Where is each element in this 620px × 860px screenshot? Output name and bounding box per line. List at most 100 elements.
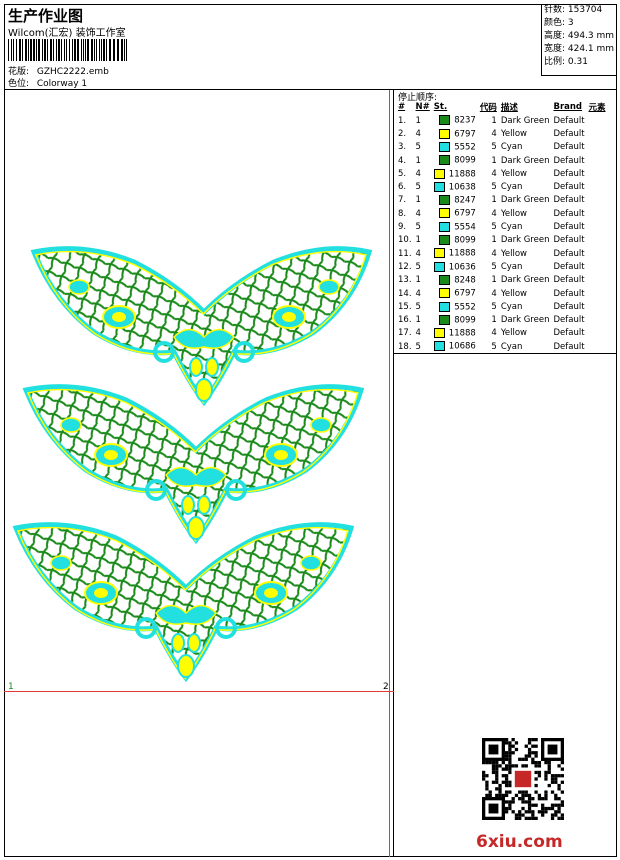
qr-module — [485, 780, 489, 784]
barcode-bar — [58, 39, 60, 61]
stop-number: 5. — [398, 168, 407, 179]
table-row: 9. 5 5554 5 Cyan Default — [396, 220, 608, 233]
stitch-cell: 8099 — [432, 154, 478, 167]
stitch-count-cell: 10638 — [448, 182, 476, 193]
color-swatch — [439, 301, 451, 312]
qr-module — [518, 810, 522, 814]
barcode-bar — [117, 39, 119, 61]
color-count: 颜色: 3 — [544, 18, 574, 28]
element-cell — [587, 180, 608, 193]
barcode-bar — [36, 39, 37, 61]
stop-number: 14. — [398, 288, 412, 299]
qr-module — [501, 780, 505, 784]
qr-module — [521, 790, 525, 794]
qr-module — [518, 790, 522, 794]
needle-number: 5 — [415, 301, 421, 312]
qr-module — [534, 751, 538, 755]
qr-module — [537, 810, 542, 814]
qr-module — [557, 810, 561, 814]
qr-module — [544, 760, 548, 765]
collar-motif-2 — [26, 387, 361, 541]
design-height: 高度: 494.3 mm — [544, 31, 615, 41]
brand: Default — [553, 182, 585, 193]
qr-module — [560, 760, 564, 765]
qr-module — [518, 813, 522, 817]
table-row: 13. 1 8248 1 Dark Green Default — [396, 274, 608, 287]
table-row: 6. 5 10638 5 Cyan Default — [396, 180, 608, 193]
qr-module — [527, 738, 532, 742]
qr-module — [560, 790, 564, 794]
stitch-count-cell: 8099 — [454, 315, 476, 326]
qr-module — [504, 757, 509, 761]
qr-module — [554, 803, 558, 807]
qr-module — [491, 764, 496, 768]
needle-number: 4 — [415, 288, 421, 299]
company-name: Wilcom(汇宏) 装饰工作室 — [8, 28, 126, 39]
qr-module — [514, 793, 519, 798]
qr-module — [547, 806, 551, 811]
color-swatch — [433, 261, 445, 272]
color-swatch — [433, 341, 445, 352]
color-swatch — [439, 221, 451, 232]
barcode-bar — [91, 39, 93, 61]
qr-module — [560, 774, 564, 778]
element-cell — [587, 207, 608, 220]
qr-module — [550, 780, 555, 784]
stitch-count-cell: 8099 — [454, 235, 476, 246]
collar-motif-1 — [34, 249, 369, 403]
barcode-bar — [50, 39, 52, 61]
qr-module — [511, 810, 515, 814]
qr-module — [524, 764, 528, 768]
qr-module — [541, 803, 545, 807]
qr-module — [495, 787, 499, 791]
qr-module — [508, 783, 512, 788]
stop-number: 10. — [398, 235, 412, 246]
color-desc: Dark Green — [500, 315, 550, 326]
qr-module — [482, 777, 486, 781]
brand: Default — [553, 288, 585, 299]
barcode-bar — [28, 39, 29, 61]
brand: Default — [553, 142, 585, 153]
color-code: 1 — [491, 155, 497, 166]
stitch-count-cell: 5552 — [454, 302, 476, 313]
qr-module — [504, 806, 509, 811]
brand: Default — [553, 315, 585, 326]
qr-module — [485, 793, 489, 798]
qr-module — [544, 797, 548, 801]
qr-module — [495, 774, 499, 778]
color-desc: Yellow — [500, 128, 528, 139]
element-cell — [587, 220, 608, 233]
qr-module — [501, 767, 505, 771]
qr-module — [491, 760, 496, 765]
qr-module — [554, 793, 558, 798]
stats-panel: 针数: 153704 颜色: 3 高度: 494.3 mm 宽度: 424.1 … — [541, 4, 617, 76]
barcode-bar — [64, 39, 65, 61]
barcode-bar — [109, 39, 111, 61]
qr-module — [534, 764, 538, 768]
qr-module — [491, 767, 496, 771]
qr-module — [531, 738, 535, 742]
qr-module — [495, 770, 499, 775]
barcode-bar — [44, 39, 46, 61]
stitch-cell: 11888 — [432, 247, 478, 260]
barcode-bar — [61, 39, 62, 61]
qr-module — [508, 754, 512, 758]
qr-module — [537, 760, 542, 765]
qr-module — [514, 770, 532, 788]
qr-module — [550, 803, 555, 807]
needle-number: 4 — [415, 208, 421, 219]
qr-module — [554, 774, 558, 778]
qr-module — [524, 800, 528, 804]
qr-module — [504, 751, 509, 755]
qr-module — [504, 780, 509, 784]
qr-module — [527, 806, 532, 811]
stitch-cell: 5552 — [432, 141, 478, 154]
qr-module — [547, 760, 551, 765]
stop-number: 7. — [398, 195, 407, 206]
color-desc: Cyan — [500, 261, 523, 272]
needle-number: 5 — [415, 142, 421, 153]
color-swatch — [433, 181, 445, 192]
qr-module — [482, 774, 486, 778]
qr-module — [544, 790, 548, 794]
stop-number: 15. — [398, 301, 412, 312]
